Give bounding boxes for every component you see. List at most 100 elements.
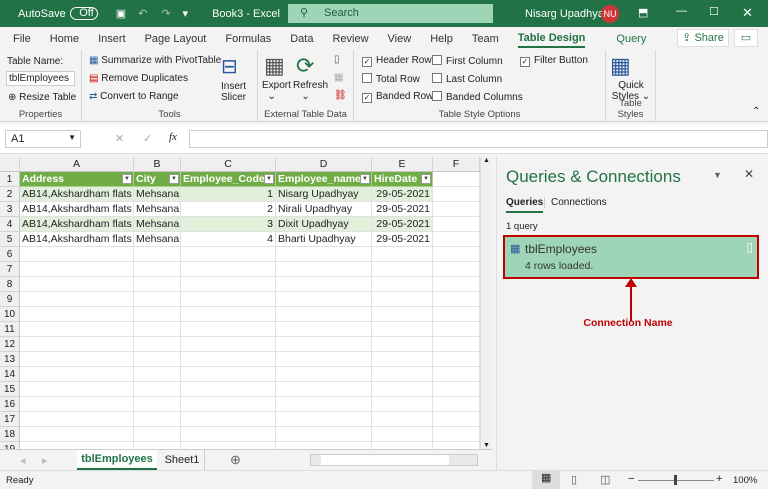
cell[interactable] <box>20 322 134 337</box>
convert-range-button[interactable]: ⇄ Convert to Range <box>89 91 179 102</box>
cell[interactable]: AB14,Akshardham flats <box>20 202 134 217</box>
filter-dropdown-icon[interactable]: ▼ <box>169 174 179 184</box>
cell[interactable] <box>134 292 181 307</box>
tab-view[interactable]: View <box>375 33 412 45</box>
row-header[interactable]: 9 <box>0 292 20 307</box>
pane-close-icon[interactable]: ✕ <box>744 167 754 181</box>
cell[interactable]: AB14,Akshardham flats <box>20 232 134 247</box>
row-header[interactable]: 12 <box>0 337 20 352</box>
option-banded-columns[interactable]: Banded Columns <box>432 91 523 103</box>
cell[interactable] <box>433 307 480 322</box>
option-header-row[interactable]: ✓ Header Row <box>362 55 432 67</box>
checkbox[interactable] <box>432 73 442 83</box>
save-icon[interactable]: ▣ <box>116 7 126 20</box>
cell[interactable] <box>276 397 372 412</box>
cell[interactable]: 29-05-2021 <box>372 187 433 202</box>
cell[interactable] <box>134 367 181 382</box>
cell[interactable] <box>276 352 372 367</box>
cell[interactable] <box>276 367 372 382</box>
filter-dropdown-icon[interactable]: ▼ <box>360 174 370 184</box>
cell[interactable]: 4 <box>181 232 276 247</box>
cell[interactable] <box>433 322 480 337</box>
checkbox[interactable]: ✓ <box>362 57 372 67</box>
row-header[interactable]: 6 <box>0 247 20 262</box>
cell[interactable] <box>134 427 181 442</box>
cell[interactable] <box>433 217 480 232</box>
cell[interactable] <box>433 292 480 307</box>
cell[interactable] <box>433 202 480 217</box>
cell[interactable] <box>372 412 433 427</box>
cell[interactable] <box>20 277 134 292</box>
share-button[interactable]: ⇪ Share <box>677 29 729 47</box>
insert-slicer-button[interactable]: Insert Slicer <box>221 81 246 103</box>
enter-icon[interactable]: ✓ <box>143 132 152 145</box>
close-button[interactable]: ✕ <box>742 5 753 21</box>
cell[interactable] <box>181 247 276 262</box>
cell[interactable] <box>433 172 480 187</box>
checkbox[interactable] <box>432 91 442 101</box>
autosave-toggle[interactable]: Off <box>69 7 98 20</box>
cell[interactable] <box>20 247 134 262</box>
cell[interactable] <box>181 322 276 337</box>
cell[interactable] <box>181 262 276 277</box>
cell[interactable] <box>181 397 276 412</box>
cell[interactable]: 1 <box>181 187 276 202</box>
tab-review[interactable]: Review <box>319 33 368 45</box>
cell[interactable]: Dixit Upadhyay <box>276 217 372 232</box>
cell[interactable]: Nisarg Upadhyay <box>276 187 372 202</box>
cell[interactable] <box>276 277 372 292</box>
cell[interactable] <box>20 292 134 307</box>
cell[interactable]: Employee_name ▼ <box>276 172 372 187</box>
cell[interactable] <box>276 337 372 352</box>
cell[interactable] <box>372 337 433 352</box>
summarize-pivot-button[interactable]: ▦ Summarize with PivotTable <box>89 55 221 66</box>
cell[interactable] <box>276 427 372 442</box>
filter-dropdown-icon[interactable]: ▼ <box>421 174 431 184</box>
cell[interactable]: Address ▼ <box>20 172 134 187</box>
cell[interactable] <box>20 442 134 449</box>
cell[interactable] <box>433 262 480 277</box>
cell[interactable]: Nirali Upadhyay <box>276 202 372 217</box>
tab-table-design[interactable]: Table Design <box>517 29 586 48</box>
filter-dropdown-icon[interactable]: ▼ <box>264 174 274 184</box>
name-box[interactable]: A1 ▼ <box>5 130 81 148</box>
add-sheet-icon[interactable]: ⊕ <box>230 452 241 468</box>
option-total-row[interactable]: Total Row <box>362 73 420 85</box>
cell[interactable] <box>134 307 181 322</box>
cell[interactable] <box>181 382 276 397</box>
table-name-input[interactable]: tblEmployees <box>6 71 75 86</box>
row-header[interactable]: 19 <box>0 442 20 449</box>
cell[interactable] <box>134 352 181 367</box>
cell[interactable] <box>372 442 433 449</box>
sheet-tab-sheet1[interactable]: Sheet1 <box>160 450 205 470</box>
cell[interactable] <box>20 367 134 382</box>
cell[interactable] <box>181 367 276 382</box>
properties-icon[interactable]: ▯ <box>334 54 340 65</box>
row-header[interactable]: 1 <box>0 172 20 187</box>
cell[interactable] <box>372 367 433 382</box>
scroll-thumb[interactable] <box>321 455 449 465</box>
cell[interactable] <box>276 307 372 322</box>
tab-insert[interactable]: Insert <box>85 33 126 45</box>
insert-function-icon[interactable]: fx <box>169 131 177 143</box>
cell[interactable]: 29-05-2021 <box>372 232 433 247</box>
cell[interactable] <box>134 277 181 292</box>
cell[interactable] <box>433 367 480 382</box>
row-header[interactable]: 7 <box>0 262 20 277</box>
cell[interactable] <box>433 277 480 292</box>
tab-queries[interactable]: Queries <box>506 197 544 213</box>
undo-icon[interactable]: ↶ <box>138 7 147 20</box>
comments-button[interactable]: ▭ <box>734 29 758 47</box>
column-header[interactable]: A <box>20 157 134 172</box>
cell[interactable] <box>20 427 134 442</box>
cell[interactable] <box>276 412 372 427</box>
zoom-in-icon[interactable]: + <box>716 473 722 485</box>
row-header[interactable]: 18 <box>0 427 20 442</box>
cell[interactable]: Mehsana <box>134 187 181 202</box>
cell[interactable] <box>433 337 480 352</box>
cell[interactable] <box>181 427 276 442</box>
refresh-button[interactable]: Refresh ⌄ <box>293 80 328 102</box>
cell[interactable] <box>372 427 433 442</box>
cell[interactable] <box>134 412 181 427</box>
cell[interactable]: City ▼ <box>134 172 181 187</box>
